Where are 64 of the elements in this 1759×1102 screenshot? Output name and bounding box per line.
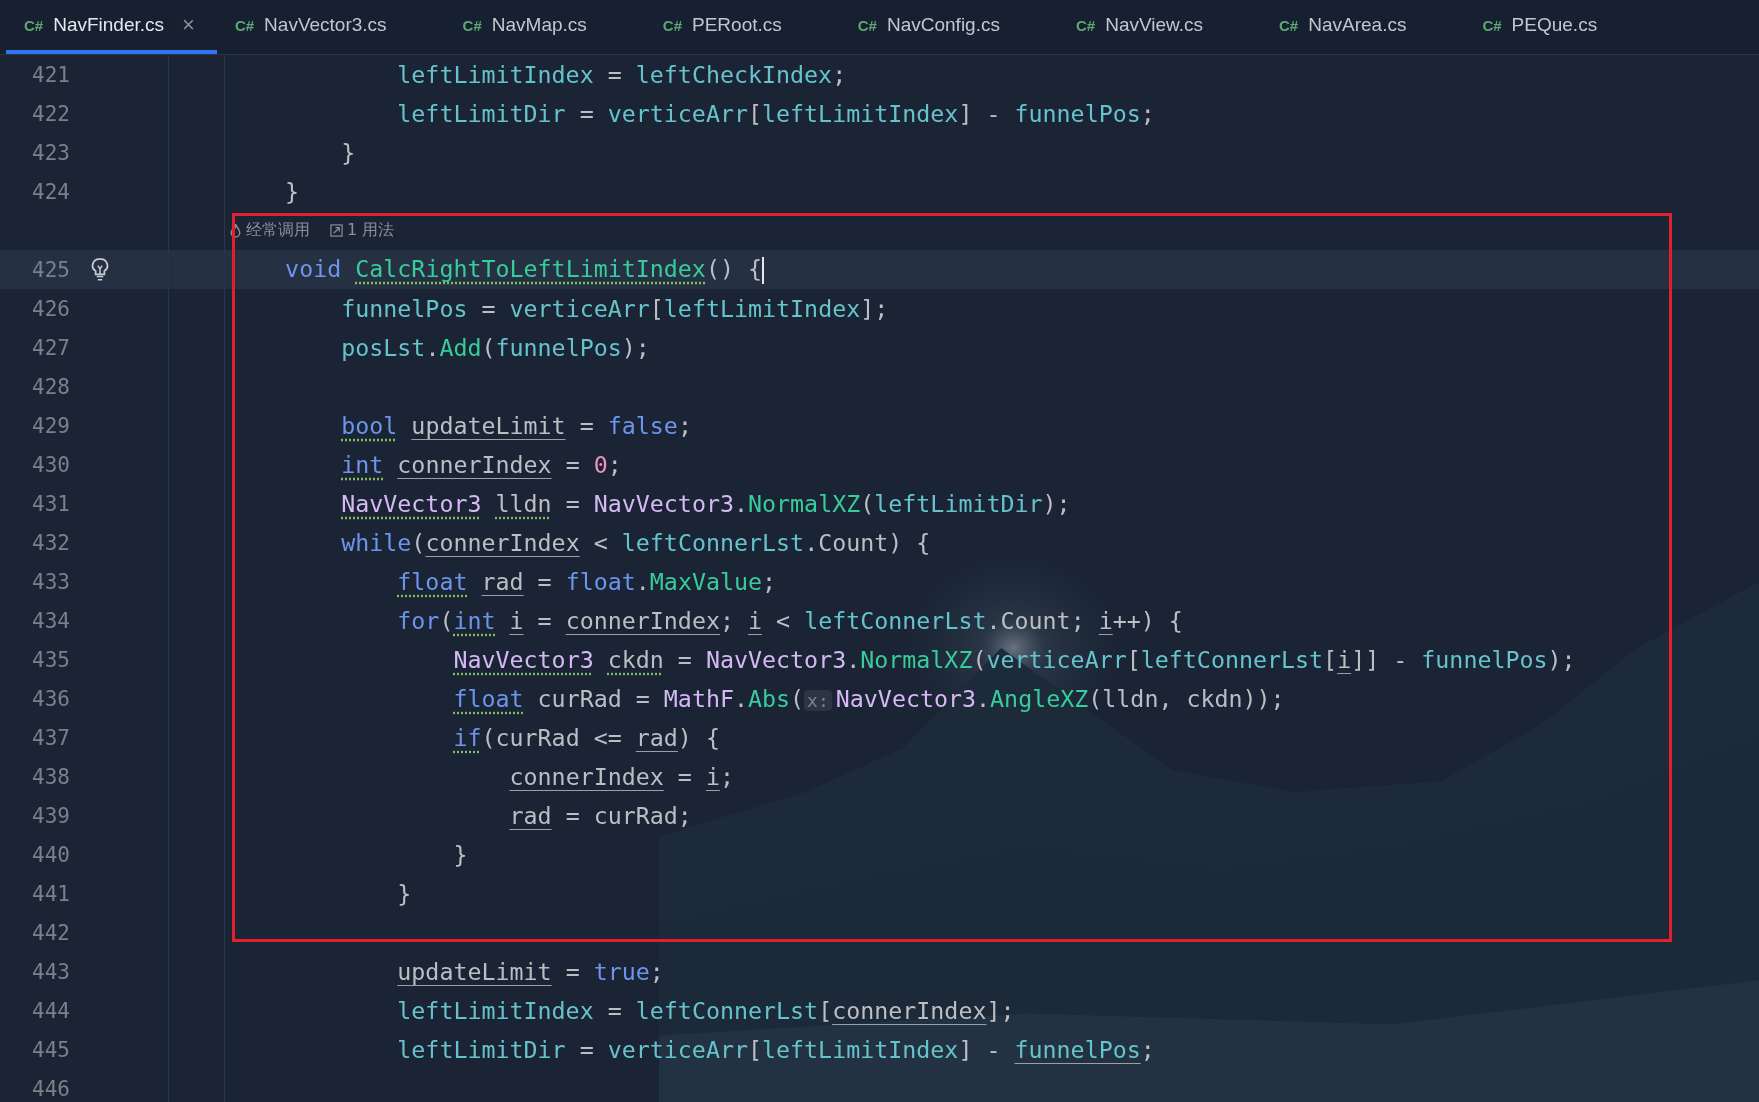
- text-caret: [762, 257, 764, 284]
- code-line: for(int i = connerIndex; i < leftConnerLst.Count; i++) {: [396, 607, 1183, 634]
- line-number: 429: [31, 413, 70, 438]
- code-line: while(connerIndex < leftConnerLst.Count) {: [340, 529, 931, 556]
- code-line: }: [452, 841, 468, 868]
- line-number: 422: [31, 101, 70, 126]
- line-number: 435: [31, 647, 70, 672]
- code-line: float curRad = MathF.Abs(x: NavVector3.AngleXZ(lldn, ckdn));: [452, 685, 1285, 712]
- line-number: 423: [31, 140, 70, 165]
- line-number: 439: [31, 803, 70, 828]
- line-number: 426: [31, 296, 70, 321]
- file-tab[interactable]: C# NavArea.cs: [1261, 0, 1429, 54]
- line-number: 442: [31, 920, 70, 945]
- line-number: 440: [31, 842, 70, 867]
- line-number: 441: [31, 881, 70, 906]
- line-number: 427: [31, 335, 70, 360]
- flame-icon: [229, 223, 242, 238]
- line-number: 431: [31, 491, 70, 516]
- line-number: 421: [31, 62, 70, 87]
- file-tab[interactable]: C# NavVector3.cs: [216, 0, 409, 54]
- line-number: 430: [31, 452, 70, 477]
- external-link-icon: [330, 223, 343, 238]
- code-line: posLst.Add(funnelPos);: [340, 334, 650, 361]
- line-number: 443: [31, 959, 70, 984]
- file-tab[interactable]: C# PERoot.cs: [644, 0, 804, 54]
- code-line: leftLimitIndex = leftCheckIndex;: [396, 61, 847, 88]
- close-tab-icon[interactable]: ×: [182, 12, 195, 38]
- code-line: connerIndex = i;: [508, 763, 734, 790]
- code-line: }: [340, 139, 356, 166]
- code-line: }: [284, 178, 300, 205]
- line-number: 437: [31, 725, 70, 750]
- code-line: leftLimitIndex = leftConnerLst[connerIndex];: [396, 997, 1015, 1024]
- code-line: bool updateLimit = false;: [340, 412, 692, 439]
- file-tab[interactable]: C# NavConfig.cs: [839, 0, 1022, 54]
- file-tab[interactable]: C# NavMap.cs: [444, 0, 609, 54]
- code-line: void CalcRightToLeftLimitIndex() {: [229, 255, 764, 284]
- line-number: 424: [31, 179, 70, 204]
- line-number: 444: [31, 998, 70, 1023]
- code-line: }: [396, 880, 412, 907]
- line-number: 434: [31, 608, 70, 633]
- code-line: rad = curRad;: [508, 802, 692, 829]
- code-line: NavVector3 lldn = NavVector3.NormalXZ(leftLimitDir);: [340, 490, 1071, 517]
- code-line: leftLimitDir = verticeArr[leftLimitIndex] - funnelPos;: [396, 1036, 1155, 1063]
- code-line: NavVector3 ckdn = NavVector3.NormalXZ(verticeArr[leftConnerLst[i]] - funnelPos);: [452, 646, 1576, 673]
- lightbulb-icon[interactable]: [91, 257, 109, 282]
- line-number: 425: [31, 257, 70, 282]
- line-number: 428: [31, 374, 70, 399]
- line-number: 445: [31, 1037, 70, 1062]
- file-tab[interactable]: C# PEQue.cs: [1464, 0, 1620, 54]
- code-line: updateLimit = true;: [396, 958, 664, 985]
- code-line: funnelPos = verticeArr[leftLimitIndex];: [340, 295, 889, 322]
- line-number: 436: [31, 686, 70, 711]
- file-tab[interactable]: C# NavView.cs: [1057, 0, 1225, 54]
- code-line: if(curRad <= rad) {: [452, 724, 720, 751]
- line-number: 446: [31, 1076, 70, 1101]
- line-number: 432: [31, 530, 70, 555]
- line-number: 433: [31, 569, 70, 594]
- code-line: leftLimitDir = verticeArr[leftLimitIndex] - funnelPos;: [396, 100, 1155, 127]
- code-line: float rad = float.MaxValue;: [396, 568, 777, 595]
- code-line: int connerIndex = 0;: [340, 451, 622, 478]
- code-vision-hint[interactable]: 1 用法: [347, 220, 395, 241]
- file-tab[interactable]: C# NavFinder.cs ×: [6, 0, 217, 54]
- code-vision-hint[interactable]: 经常调用: [246, 220, 310, 241]
- line-number: 438: [31, 764, 70, 789]
